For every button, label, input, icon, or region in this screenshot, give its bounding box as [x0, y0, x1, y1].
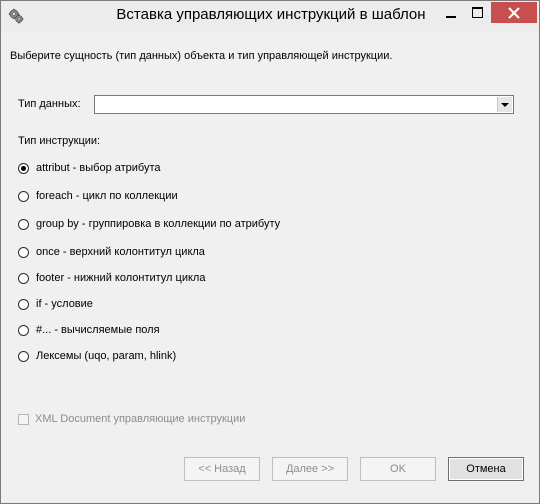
close-button[interactable] — [491, 2, 537, 23]
instruction-type-label: Тип инструкции: — [18, 135, 101, 147]
maximize-icon — [471, 7, 483, 18]
radio-option-once[interactable]: once - верхний колонтитул цикла — [18, 245, 205, 259]
dialog-body: Выберите сущность (тип данных) объекта и… — [1, 32, 539, 502]
window-title: Вставка управляющих инструкций в шаблон — [116, 6, 426, 23]
maximize-button[interactable] — [464, 2, 490, 23]
xml-document-label: XML Document управляющие инструкции — [35, 413, 246, 425]
back-button-label: << Назад — [198, 463, 246, 475]
intro-text: Выберите сущность (тип данных) объекта и… — [10, 50, 393, 62]
dialog-window: Вставка управляющих инструкций в шаблон … — [0, 0, 540, 504]
radio-option-if[interactable]: if - условие — [18, 297, 93, 311]
gears-icon[interactable] — [8, 8, 24, 24]
radio-label: foreach - цикл по коллекции — [36, 190, 178, 202]
radio-button[interactable] — [18, 324, 29, 336]
back-button[interactable]: << Назад — [184, 457, 260, 481]
radio-button[interactable] — [18, 272, 29, 284]
radio-option-foreach[interactable]: foreach - цикл по коллекции — [18, 189, 178, 203]
data-type-select[interactable] — [94, 95, 514, 114]
radio-button[interactable] — [18, 298, 29, 310]
radio-option-attribut[interactable]: attribut - выбор атрибута — [18, 161, 161, 175]
radio-label: footer - нижний колонтитул цикла — [36, 272, 206, 284]
radio-button[interactable] — [18, 190, 29, 202]
radio-button[interactable] — [18, 350, 29, 362]
radio-option-lexemes[interactable]: Лексемы (uqo, param, hlink) — [18, 349, 176, 363]
xml-document-checkbox[interactable] — [18, 414, 29, 425]
data-type-dropdown-button[interactable] — [497, 97, 512, 112]
radio-option-footer[interactable]: footer - нижний колонтитул цикла — [18, 271, 205, 285]
radio-label: #... - вычисляемые поля — [36, 324, 160, 336]
close-icon — [508, 6, 520, 19]
radio-label: attribut - выбор атрибута — [36, 162, 161, 174]
next-button[interactable]: Далее >> — [272, 457, 348, 481]
radio-button[interactable] — [18, 246, 29, 258]
radio-label: once - верхний колонтитул цикла — [36, 246, 205, 258]
cancel-button-label: Отмена — [466, 463, 506, 475]
ok-button[interactable]: OK — [360, 457, 436, 481]
chevron-down-icon — [501, 102, 509, 107]
minimize-button[interactable] — [438, 2, 464, 23]
radio-option-computed[interactable]: #... - вычисляемые поля — [18, 323, 160, 337]
radio-option-group-by[interactable]: group by - группировка в коллекции по ат… — [18, 217, 280, 231]
ok-button-label: OK — [390, 463, 406, 475]
minimize-icon — [446, 15, 456, 18]
radio-label: if - условие — [36, 298, 93, 310]
data-type-label: Тип данных: — [18, 98, 81, 110]
radio-button[interactable] — [18, 162, 29, 174]
radio-label: Лексемы (uqo, param, hlink) — [36, 350, 177, 362]
next-button-label: Далее >> — [285, 463, 335, 475]
radio-button[interactable] — [18, 218, 29, 230]
title-bar[interactable]: Вставка управляющих инструкций в шаблон — [1, 1, 539, 31]
radio-label: group by - группировка в коллекции по ат… — [36, 218, 281, 230]
cancel-button[interactable]: Отмена — [448, 457, 524, 481]
